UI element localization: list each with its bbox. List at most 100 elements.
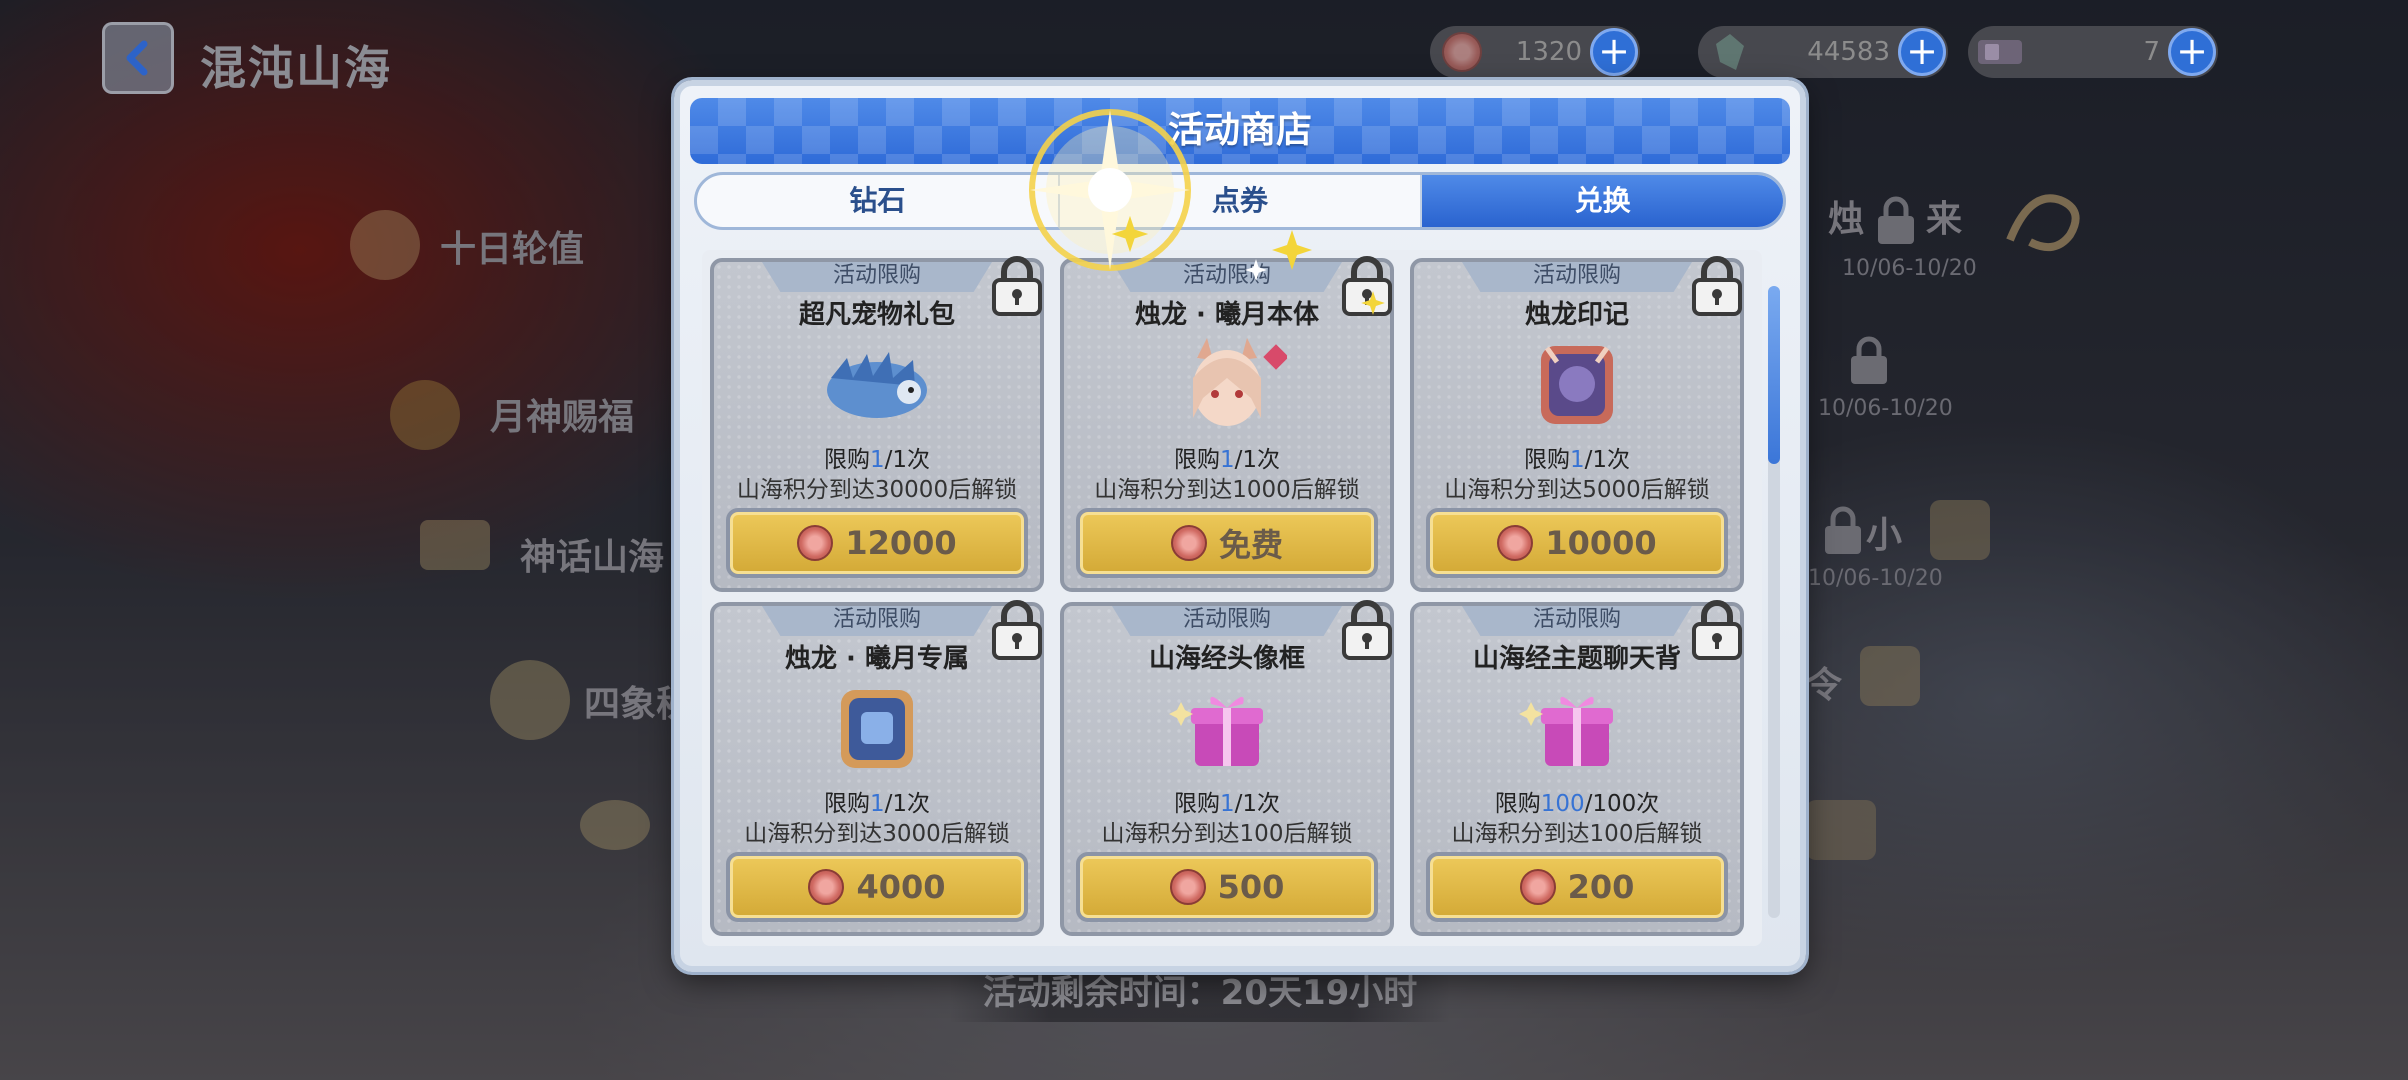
star-icon [1111,215,1149,253]
moon-icon [390,380,460,450]
buy-button[interactable]: 12000 [726,508,1028,578]
price: 12000 [845,524,957,562]
cards-icon [1806,800,1876,860]
tab-exchange[interactable]: 兑换 [1422,175,1783,227]
resource-value: 44583 [1807,37,1890,67]
coin-icon [1434,30,1490,74]
coin-icon [1169,869,1206,905]
limited-ribbon: 活动限购 [1112,606,1342,636]
shop-item-card[interactable]: 活动限购 烛龙 · 曦月本体 限购1/1次 山海积分到达1000后解锁 免费 [1060,256,1394,592]
four-symbols-icon [490,660,570,740]
menu-item-ten-days[interactable]: 十日轮值 [440,220,584,272]
unlock-condition: 山海积分到达100后解锁 [1101,821,1353,847]
coin-icon [808,869,845,905]
event-date: 10/06-10/20 [1818,396,1953,421]
shop-item-grid[interactable]: 活动限购 超凡宠物礼包 限购1/1次 山海积分到达30000后解锁 12000 [702,250,1762,946]
star-icon [1361,291,1385,315]
menu-item-myth-mountains[interactable]: 神话山海 [520,528,664,580]
lock-icon [1851,336,1887,384]
pet-dragon-icon [827,352,927,418]
dice-icon [1930,500,1990,560]
tab-diamond[interactable]: 钻石 [697,175,1060,227]
purchase-limit: 限购1/1次 [1523,447,1631,473]
purchase-limit: 限购1/1次 [823,791,931,817]
menu-item-moon-blessing[interactable]: 月神赐福 [490,388,634,440]
limited-ribbon: 活动限购 [762,606,992,636]
shop-tabs: 钻石 点券 兑换 [694,172,1786,230]
star-icon [1245,259,1267,281]
dragon-icon [2006,194,2080,252]
price: 10000 [1545,524,1657,562]
emblem-icon [1541,346,1613,424]
resource-value: 7 [2143,37,2160,67]
back-button[interactable] [102,22,174,94]
limited-ribbon: 活动限购 [762,262,992,292]
add-crystal-button[interactable]: + [1898,28,1946,76]
activity-shop-modal: 活动商店 钻石 点券 兑换 活动限购 超凡宠物礼包 限购1/1次 山海积分到达3… [674,80,1806,972]
gift-box-icon [1169,696,1263,766]
character-portrait-icon [1193,338,1287,426]
buy-button[interactable]: 4000 [726,852,1028,922]
scrollbar-thumb[interactable] [1768,286,1780,464]
shop-item-card[interactable]: 活动限购 超凡宠物礼包 限购1/1次 山海积分到达30000后解锁 12000 [710,256,1044,592]
menu-item-right-1-b[interactable]: 来 [1926,190,1962,242]
purchase-limit: 限购100/100次 [1494,791,1660,817]
limited-ribbon: 活动限购 [1462,606,1692,636]
add-ticket-button[interactable]: + [2168,28,2216,76]
coin-icon [1170,525,1207,561]
lock-icon [1342,600,1392,660]
page-title: 混沌山海 [200,41,392,95]
limited-ribbon: 活动限购 [1462,262,1692,292]
unlock-condition: 山海积分到达30000后解锁 [736,477,1018,503]
add-coin-button[interactable]: + [1590,28,1638,76]
activity-remaining-time: 活动剩余时间：20天19小时 [950,964,1450,1022]
shop-item-card[interactable]: 活动限购 山海经头像框 限购1/1次 山海积分到达100后解锁 500 [1060,600,1394,936]
menu-item-right-4[interactable]: 令 [1806,656,1842,708]
resource-value: 1320 [1515,37,1582,67]
sun-icon [350,210,420,280]
exclusive-emblem-icon [841,690,913,768]
lock-icon [992,600,1042,660]
menu-item-right-3[interactable]: 小 [1866,506,1902,558]
ticket-icon [1972,30,2028,74]
resource-ticket: 7 + [1968,26,2218,78]
gift-box-icon [1519,696,1613,766]
back-arrow-icon [126,40,148,76]
buy-button[interactable]: 10000 [1426,508,1728,578]
lock-icon [1878,196,1914,244]
event-date: 10/06-10/20 [1808,566,1943,591]
modal-title: 活动商店 [690,98,1790,164]
lock-icon [1692,600,1742,660]
menu-item-right-1-a[interactable]: 烛 [1828,190,1864,242]
lock-icon [992,256,1042,316]
unlock-condition: 山海积分到达3000后解锁 [744,821,1010,847]
coin-icon [1519,869,1556,905]
event-date: 10/06-10/20 [1842,256,1977,281]
coin-icon [1497,525,1534,561]
coin-icon [797,525,834,561]
buy-button[interactable]: 500 [1076,852,1378,922]
price: 4000 [856,868,946,906]
purchase-limit: 限购1/1次 [1173,447,1281,473]
mountain-icon [420,520,490,570]
price: 200 [1567,868,1635,906]
star-icon [1272,230,1312,270]
unlock-condition: 山海积分到达5000后解锁 [1444,477,1710,503]
resource-crystal: 44583 + [1698,26,1948,78]
sunrise-icon [580,800,650,850]
crystal-icon [1702,30,1758,74]
price: 免费 [1218,526,1283,564]
purchase-limit: 限购1/1次 [1173,791,1281,817]
shop-item-card[interactable]: 活动限购 山海经主题聊天背 限购100/100次 山海积分到达100后解锁 20… [1410,600,1744,936]
unlock-condition: 山海积分到达100后解锁 [1451,821,1703,847]
buy-button[interactable]: 免费 [1076,508,1378,578]
price: 500 [1217,868,1285,906]
unlock-condition: 山海积分到达1000后解锁 [1094,477,1360,503]
purchase-limit: 限购1/1次 [823,447,931,473]
lock-icon [1692,256,1742,316]
shop-item-card[interactable]: 活动限购 烛龙印记 限购1/1次 山海积分到达5000后解锁 10000 [1410,256,1744,592]
card-icon [1860,646,1920,706]
buy-button[interactable]: 200 [1426,852,1728,922]
shop-item-card[interactable]: 活动限购 烛龙 · 曦月专属 限购1/1次 山海积分到达3000后解锁 4000 [710,600,1044,936]
resource-coin: 1320 + [1430,26,1640,78]
